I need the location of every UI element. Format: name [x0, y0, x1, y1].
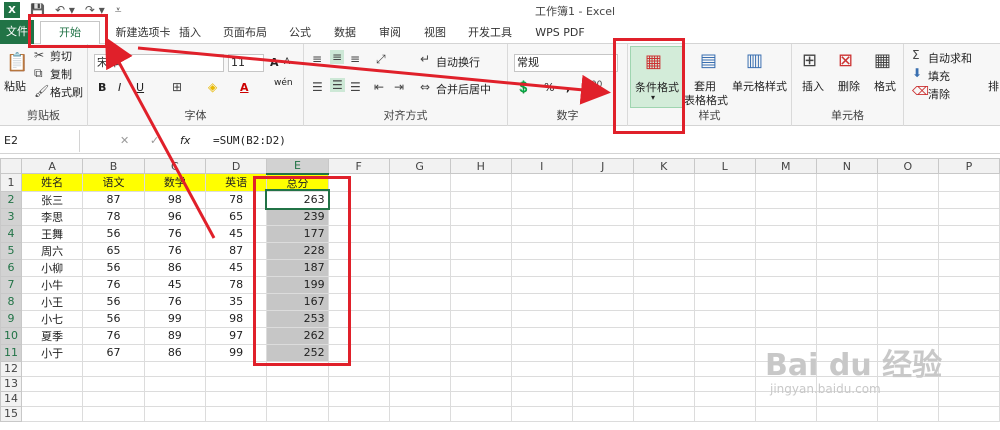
- watermark-brand: Bai du 经验: [765, 348, 943, 383]
- annotation-arrow-2: [137, 46, 611, 105]
- annotation-arrow-1: [105, 36, 216, 239]
- watermark-url: jingyan.baidu.com: [770, 382, 881, 396]
